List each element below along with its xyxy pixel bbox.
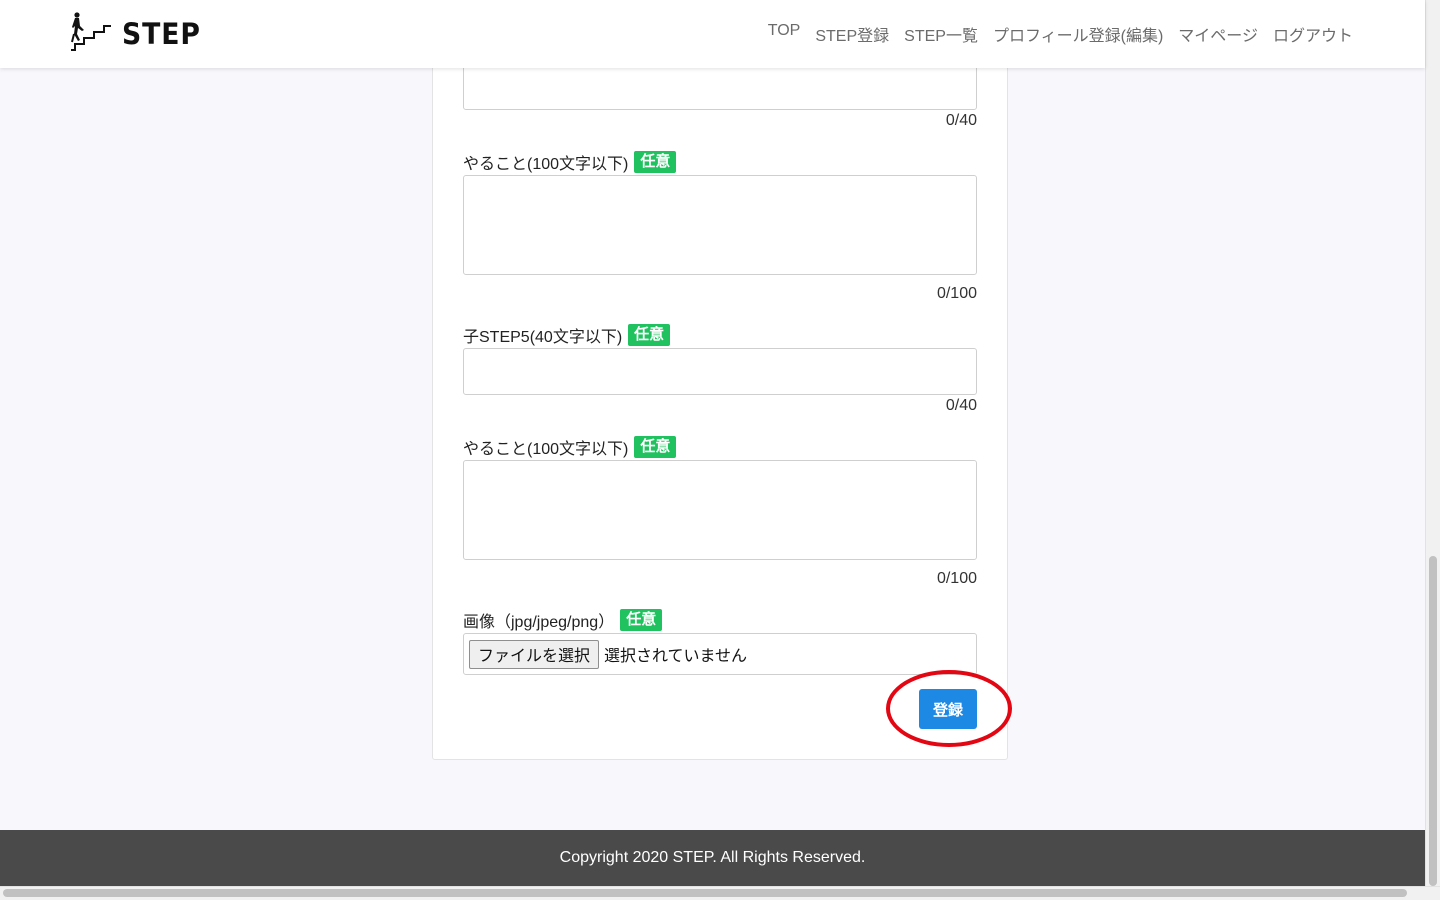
step4-todo-label-text: やること(100文字以下) bbox=[463, 156, 629, 173]
nav-step-list[interactable]: STEP一覧 bbox=[904, 22, 978, 46]
step5-todo-label-text: やること(100文字以下) bbox=[463, 441, 629, 458]
submit-button[interactable]: 登録 bbox=[919, 689, 977, 729]
nav-step-register[interactable]: STEP登録 bbox=[815, 22, 889, 46]
step5-title-label-text: 子STEP5(40文字以下) bbox=[463, 329, 623, 346]
step5-title-counter: 0/40 bbox=[945, 397, 977, 414]
optional-badge: 任意 bbox=[620, 609, 663, 631]
copyright-text: Copyright 2020 STEP. All Rights Reserved… bbox=[559, 849, 866, 866]
nav-mypage[interactable]: マイページ bbox=[1178, 22, 1258, 46]
choose-file-button[interactable]: ファイルを選択 bbox=[469, 639, 600, 669]
step4-title-counter: 0/40 bbox=[945, 112, 977, 129]
step4-todo-counter: 0/100 bbox=[936, 285, 977, 302]
step5-todo-label: やること(100文字以下) 任意 bbox=[463, 435, 677, 459]
site-header: STEP TOP STEP登録 STEP一覧 プロフィール登録(編集) マイペー… bbox=[0, 0, 1425, 68]
nav-logout[interactable]: ログアウト bbox=[1273, 22, 1353, 46]
vertical-scrollbar-thumb[interactable] bbox=[1429, 556, 1437, 886]
optional-badge: 任意 bbox=[634, 151, 677, 173]
optional-badge: 任意 bbox=[634, 436, 677, 458]
nav-top[interactable]: TOP bbox=[768, 22, 801, 46]
image-label: 画像（jpg/jpeg/png） 任意 bbox=[463, 608, 663, 632]
step5-todo-textarea[interactable] bbox=[463, 460, 977, 560]
nav-profile-edit[interactable]: プロフィール登録(編集) bbox=[993, 22, 1163, 46]
step4-todo-label: やること(100文字以下) 任意 bbox=[463, 150, 677, 174]
image-file-input: ファイルを選択 選択されていません bbox=[463, 633, 977, 675]
file-status: 選択されていません bbox=[604, 646, 748, 665]
image-label-text: 画像（jpg/jpeg/png） bbox=[463, 614, 615, 631]
site-footer: Copyright 2020 STEP. All Rights Reserved… bbox=[0, 830, 1425, 886]
optional-badge: 任意 bbox=[628, 324, 671, 346]
step5-title-label: 子STEP5(40文字以下) 任意 bbox=[463, 323, 671, 347]
main-nav: TOP STEP登録 STEP一覧 プロフィール登録(編集) マイページ ログア… bbox=[768, 22, 1353, 46]
horizontal-scrollbar-thumb[interactable] bbox=[3, 889, 1407, 897]
site-logo[interactable]: STEP bbox=[70, 11, 208, 57]
logo-text: STEP bbox=[122, 17, 201, 51]
step5-todo-counter: 0/100 bbox=[936, 570, 977, 587]
step4-todo-textarea[interactable] bbox=[463, 175, 977, 275]
step5-title-input[interactable] bbox=[463, 348, 977, 395]
stairs-climber-icon bbox=[70, 11, 112, 57]
